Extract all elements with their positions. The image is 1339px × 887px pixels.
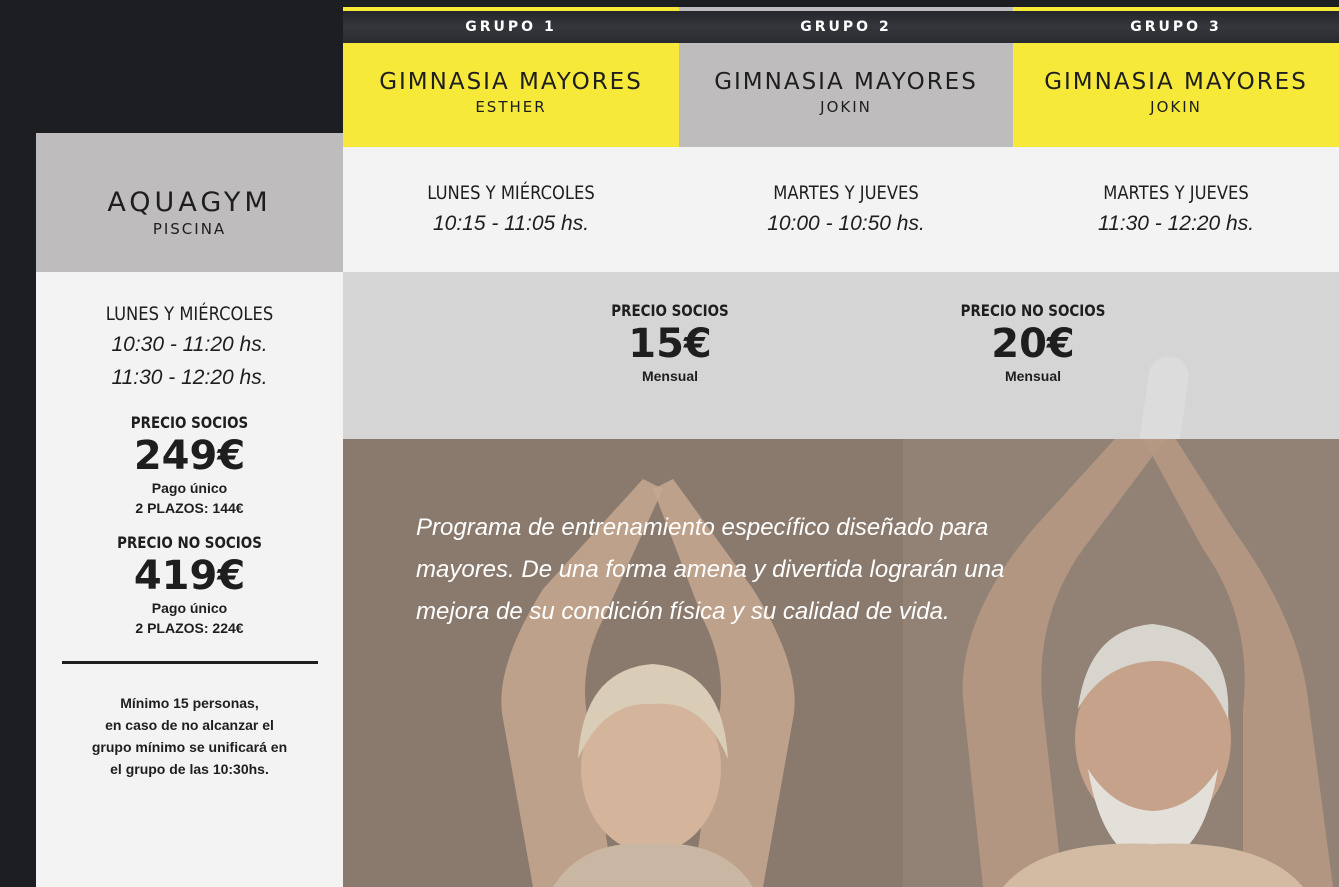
aquagym-note-line-1: Mínimo 15 personas, — [120, 695, 259, 711]
grupo-2-schedule: MARTES Y JUEVES 10:00 - 10:50 hs. — [679, 147, 1013, 272]
aquagym-body: LUNES Y MIÉRCOLES 10:30 - 11:20 hs. 11:3… — [36, 272, 343, 780]
aquagym-title: AQUAGYM — [107, 187, 272, 218]
aquagym-note-line-2: en caso de no alcanzar el — [105, 717, 274, 733]
aquagym-nosocios-plazos: 2 PLAZOS: 224€ — [135, 620, 244, 636]
grupo-1-header: GIMNASIA MAYORES ESTHER — [343, 43, 679, 147]
grupo-3-teacher: JOKIN — [1150, 98, 1202, 116]
seniors-exercise-photo: Programa de entrenamiento específico dis… — [343, 439, 1339, 887]
aquagym-header: AQUAGYM PISCINA — [36, 133, 343, 272]
aquagym-nosocios-label: PRECIO NO SOCIOS — [117, 533, 262, 552]
grupo-2-header: GIMNASIA MAYORES JOKIN — [679, 43, 1013, 147]
gimnasia-socios-period: Mensual — [641, 368, 698, 384]
aquagym-card: AQUAGYM PISCINA LUNES Y MIÉRCOLES 10:30 … — [36, 133, 343, 887]
aquagym-nosocios-price: 419€ — [133, 553, 246, 599]
aquagym-divider — [61, 661, 318, 664]
grupo-3-title: GIMNASIA MAYORES — [1044, 69, 1308, 95]
aquagym-note-line-3: grupo mínimo se unificará en — [91, 739, 288, 755]
gimnasia-socios-price-block: PRECIO SOCIOS 15€ Mensual — [560, 300, 780, 386]
grupo-2-tab: GRUPO 2 — [679, 7, 1013, 43]
aquagym-hours-1: 10:30 - 11:20 hs. — [111, 333, 268, 356]
grupo-3-hours: 11:30 - 12:20 hs. — [1097, 212, 1255, 235]
aquagym-note-line-4: el grupo de las 10:30hs. — [110, 761, 269, 777]
aquagym-subtitle: PISCINA — [152, 220, 227, 238]
grupo-1-hours: 10:15 - 11:05 hs. — [432, 212, 590, 235]
grupo-1-tab: GRUPO 1 — [343, 7, 679, 43]
grupo-2-days: MARTES Y JUEVES — [773, 182, 919, 204]
grupo-1-teacher: ESTHER — [475, 98, 547, 116]
aquagym-socios-payment: Pago único — [151, 480, 228, 496]
grupo-1-title: GIMNASIA MAYORES — [379, 69, 643, 95]
grupo-2-card: GRUPO 2 GIMNASIA MAYORES JOKIN MARTES Y … — [679, 7, 1013, 272]
gimnasia-socios-label: PRECIO SOCIOS — [611, 301, 729, 320]
grupo-2-hours: 10:00 - 10:50 hs. — [767, 212, 925, 235]
gimnasia-nosocios-price-block: PRECIO NO SOCIOS 20€ Mensual — [923, 300, 1143, 386]
gimnasia-socios-price: 15€ — [628, 321, 712, 367]
gimnasia-price-band: PRECIO SOCIOS 15€ Mensual PRECIO NO SOCI… — [343, 272, 1339, 479]
grupo-1-card: GRUPO 1 GIMNASIA MAYORES ESTHER LUNES Y … — [343, 7, 679, 272]
promo-text: Programa de entrenamiento específico dis… — [416, 514, 1005, 625]
aquagym-days: LUNES Y MIÉRCOLES — [105, 303, 274, 325]
grupo-3-tab: GRUPO 3 — [1013, 7, 1339, 43]
aquagym-socios-price: 249€ — [133, 433, 246, 479]
grupo-3-schedule: MARTES Y JUEVES 11:30 - 12:20 hs. — [1013, 147, 1339, 272]
aquagym-hours-2: 11:30 - 12:20 hs. — [111, 366, 268, 389]
gimnasia-nosocios-label: PRECIO NO SOCIOS — [960, 301, 1106, 320]
grupo-2-teacher: JOKIN — [820, 98, 872, 116]
aquagym-socios-label: PRECIO SOCIOS — [130, 413, 249, 432]
grupo-1-days: LUNES Y MIÉRCOLES — [427, 182, 595, 204]
grupo-2-title: GIMNASIA MAYORES — [714, 69, 978, 95]
grupo-3-days: MARTES Y JUEVES — [1103, 182, 1249, 204]
grupo-1-schedule: LUNES Y MIÉRCOLES 10:15 - 11:05 hs. — [343, 147, 679, 272]
aquagym-nosocios-payment: Pago único — [151, 600, 228, 616]
gimnasia-nosocios-price: 20€ — [991, 321, 1075, 367]
aquagym-socios-plazos: 2 PLAZOS: 144€ — [135, 500, 244, 516]
grupo-3-card: GRUPO 3 GIMNASIA MAYORES JOKIN MARTES Y … — [1013, 7, 1339, 272]
gimnasia-nosocios-period: Mensual — [1004, 368, 1061, 384]
grupo-3-header: GIMNASIA MAYORES JOKIN — [1013, 43, 1339, 147]
